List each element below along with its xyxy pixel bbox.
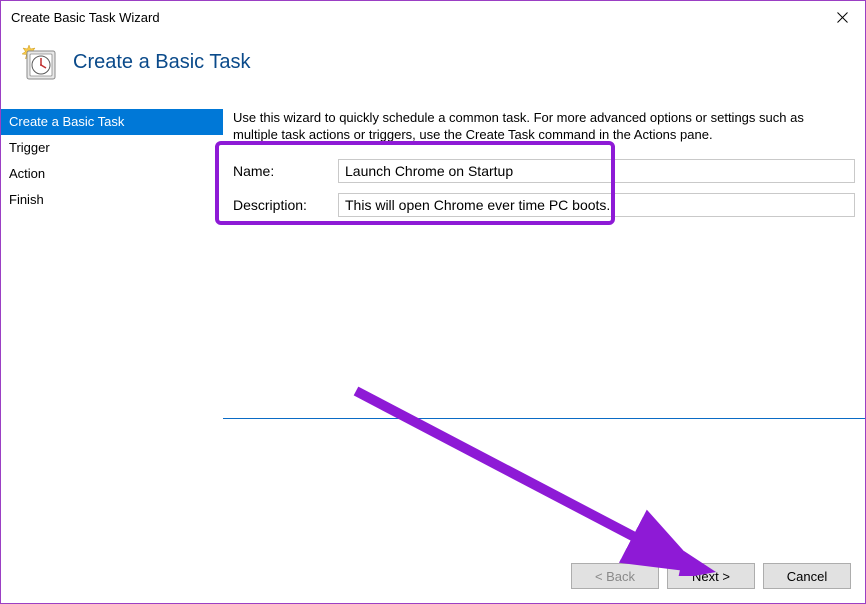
- close-button[interactable]: [819, 1, 865, 33]
- step-trigger[interactable]: Trigger: [1, 135, 223, 161]
- description-row: Description:: [233, 193, 855, 217]
- wizard-header: Create a Basic Task: [1, 33, 865, 109]
- step-create-basic-task[interactable]: Create a Basic Task: [1, 109, 223, 135]
- description-input[interactable]: [338, 193, 855, 217]
- name-label: Name:: [233, 163, 338, 179]
- step-action[interactable]: Action: [1, 161, 223, 187]
- instructions-text: Use this wizard to quickly schedule a co…: [233, 109, 855, 143]
- sidebar: Create a Basic Task Trigger Action Finis…: [1, 109, 223, 419]
- cancel-button[interactable]: Cancel: [763, 563, 851, 589]
- titlebar: Create Basic Task Wizard: [1, 1, 865, 33]
- close-icon: [837, 12, 848, 23]
- next-button[interactable]: Next >: [667, 563, 755, 589]
- back-button: < Back: [571, 563, 659, 589]
- step-finish[interactable]: Finish: [1, 187, 223, 213]
- wizard-window: Create Basic Task Wizard: [0, 0, 866, 604]
- page-title: Create a Basic Task: [73, 51, 251, 74]
- name-row: Name:: [233, 159, 855, 183]
- clock-gear-icon: [19, 43, 57, 81]
- name-input[interactable]: [338, 159, 855, 183]
- wizard-body: Create a Basic Task Trigger Action Finis…: [1, 109, 865, 419]
- window-title: Create Basic Task Wizard: [11, 10, 160, 25]
- footer-buttons: < Back Next > Cancel: [571, 563, 851, 589]
- main-panel: Use this wizard to quickly schedule a co…: [223, 109, 865, 419]
- description-label: Description:: [233, 197, 338, 213]
